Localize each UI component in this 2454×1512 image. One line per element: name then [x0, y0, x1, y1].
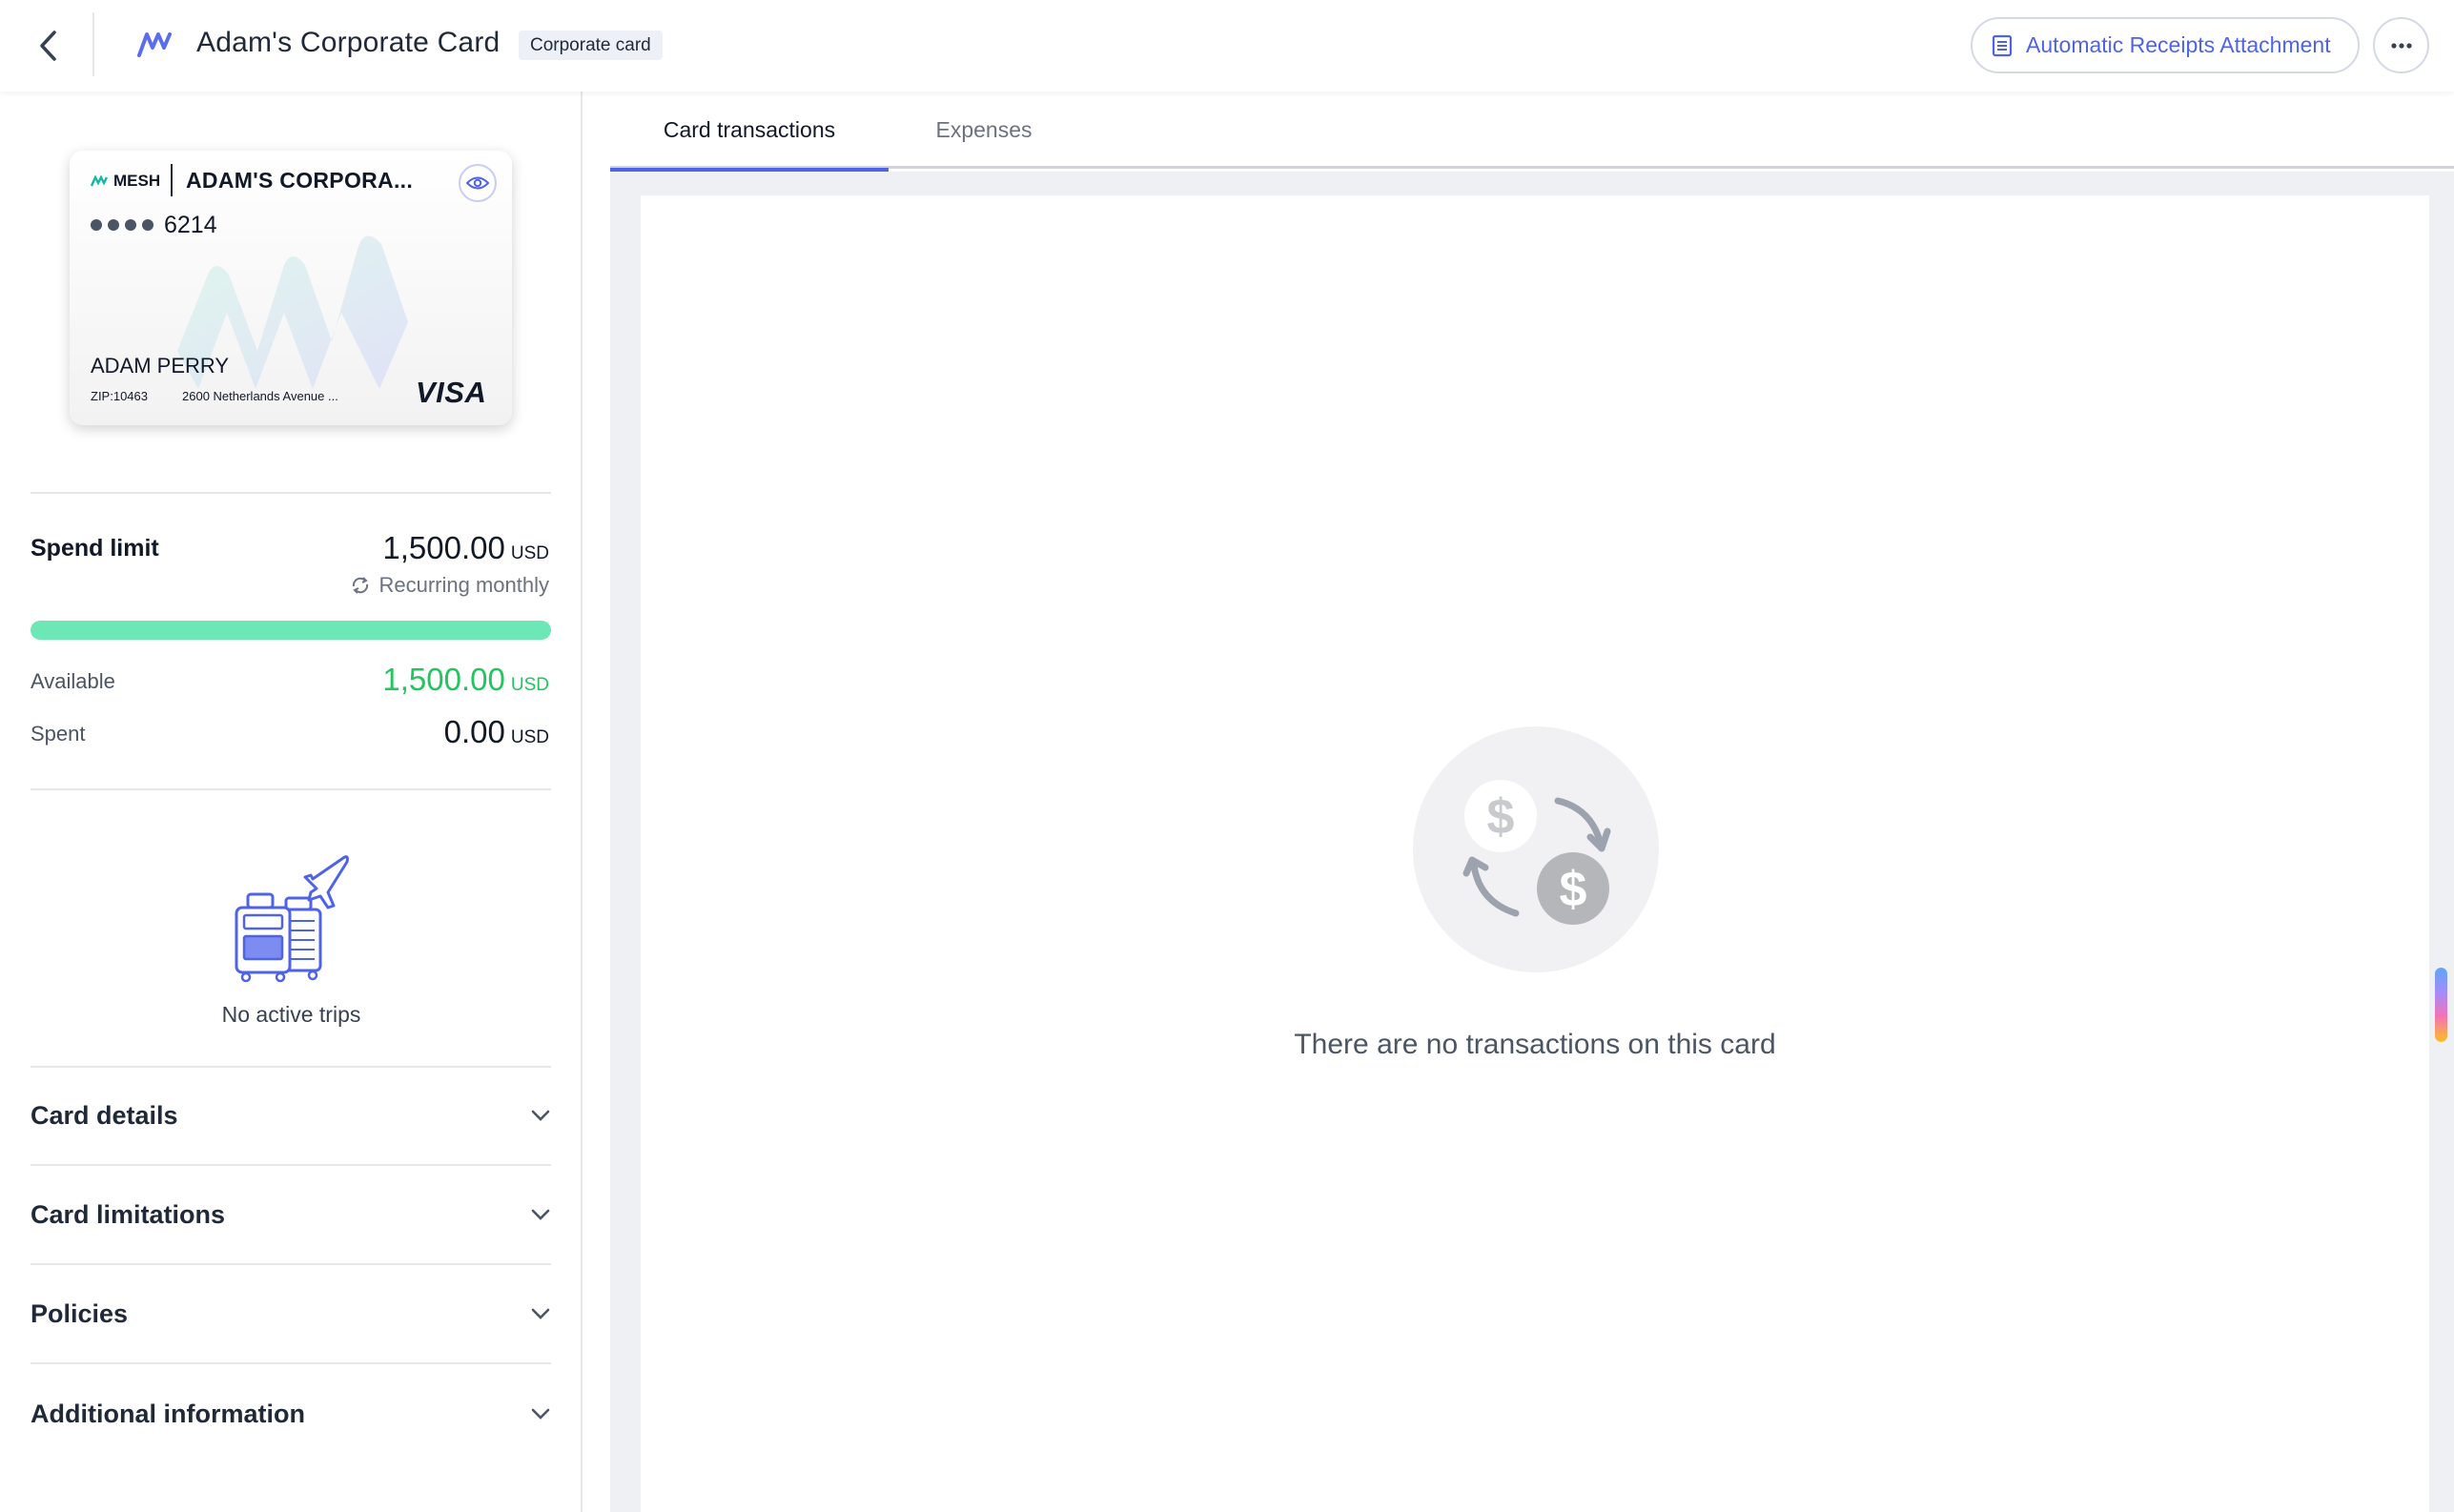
chevron-left-icon: [40, 31, 56, 61]
card-logo-divider: [171, 164, 173, 196]
spent-label: Spent: [31, 722, 86, 746]
tab-card-transactions[interactable]: Card transactions: [610, 92, 889, 172]
available-label: Available: [31, 669, 115, 693]
tab-bar: Card transactions Expenses: [610, 92, 2454, 172]
spent-amount: 0.00 USD: [443, 714, 549, 749]
card-type-badge: Corporate card: [519, 31, 663, 60]
spend-limit-label: Spend limit: [31, 535, 159, 562]
recurring-icon: [353, 577, 369, 594]
spend-progress-bar: [31, 621, 551, 640]
accordion-label: Card details: [31, 1100, 178, 1130]
virtual-card: MESH ADAM'S CORPORA... 6214 ADAM PERRY Z…: [70, 151, 512, 425]
accordion-card-details[interactable]: Card details: [31, 1067, 551, 1166]
accordion-label: Additional information: [31, 1399, 305, 1428]
accordion-additional-information[interactable]: Additional information: [31, 1364, 551, 1463]
masked-card-number: [91, 219, 153, 231]
svg-text:$: $: [1560, 862, 1587, 917]
top-header: Adam's Corporate Card Corporate card Aut…: [0, 0, 2454, 92]
tab-label: Expenses: [935, 117, 1033, 142]
cardholder-name: ADAM PERRY: [91, 354, 230, 378]
divider: [31, 492, 551, 494]
luggage-plane-icon: [235, 855, 349, 983]
document-list-icon: [1992, 34, 2013, 56]
accordion-policies[interactable]: Policies: [31, 1265, 551, 1364]
mesh-logo-icon: [91, 175, 109, 187]
empty-state-illustration: $ $: [1413, 726, 1659, 972]
divider: [31, 788, 551, 790]
empty-state-message: There are no transactions on this card: [1294, 1029, 1776, 1060]
tab-label: Card transactions: [663, 117, 836, 142]
chevron-down-icon: [531, 1209, 550, 1220]
accordion-label: Policies: [31, 1298, 129, 1328]
back-button[interactable]: [25, 23, 71, 69]
eye-icon: [466, 176, 489, 190]
mesh-logo-icon: [137, 32, 172, 57]
dollar-exchange-icon: $ $: [1462, 780, 1611, 925]
card-network-logo: VISA: [416, 376, 487, 409]
no-active-trips-text: No active trips: [221, 1002, 361, 1027]
tab-expenses[interactable]: Expenses: [889, 92, 1079, 169]
card-summary-panel: MESH ADAM'S CORPORA... 6214 ADAM PERRY Z…: [0, 92, 583, 1512]
reveal-card-button[interactable]: [459, 164, 497, 202]
recurring-indicator: Recurring monthly: [350, 573, 549, 598]
card-address: 2600 Netherlands Avenue ...: [182, 389, 338, 403]
chevron-down-icon: [531, 1308, 550, 1319]
recurring-label: Recurring monthly: [378, 573, 549, 597]
svg-text:$: $: [1487, 789, 1515, 845]
page-title: Adam's Corporate Card: [196, 27, 501, 58]
chevron-down-icon: [531, 1408, 550, 1420]
card-zip: ZIP:10463: [91, 389, 148, 403]
available-amount: 1,500.00 USD: [382, 662, 549, 697]
spend-progress-fill: [31, 621, 551, 640]
card-last-four: 6214: [164, 212, 217, 238]
more-options-button[interactable]: [2373, 17, 2429, 73]
chevron-down-icon: [531, 1110, 550, 1121]
ellipsis-icon: [2390, 42, 2412, 49]
receipts-button-label: Automatic Receipts Attachment: [2026, 32, 2331, 57]
spend-limit-amount: 1,500.00 USD: [382, 530, 549, 565]
card-brand-logo: MESH: [91, 172, 160, 191]
automatic-receipts-attachment-button[interactable]: Automatic Receipts Attachment: [1971, 17, 2360, 73]
accordion-card-limitations[interactable]: Card limitations: [31, 1166, 551, 1265]
side-widget-handle[interactable]: [2435, 968, 2447, 1042]
card-name: ADAM'S CORPORA...: [186, 168, 414, 193]
card-brand-text: MESH: [113, 172, 161, 190]
accordion-label: Card limitations: [31, 1199, 226, 1229]
header-divider: [92, 12, 94, 76]
